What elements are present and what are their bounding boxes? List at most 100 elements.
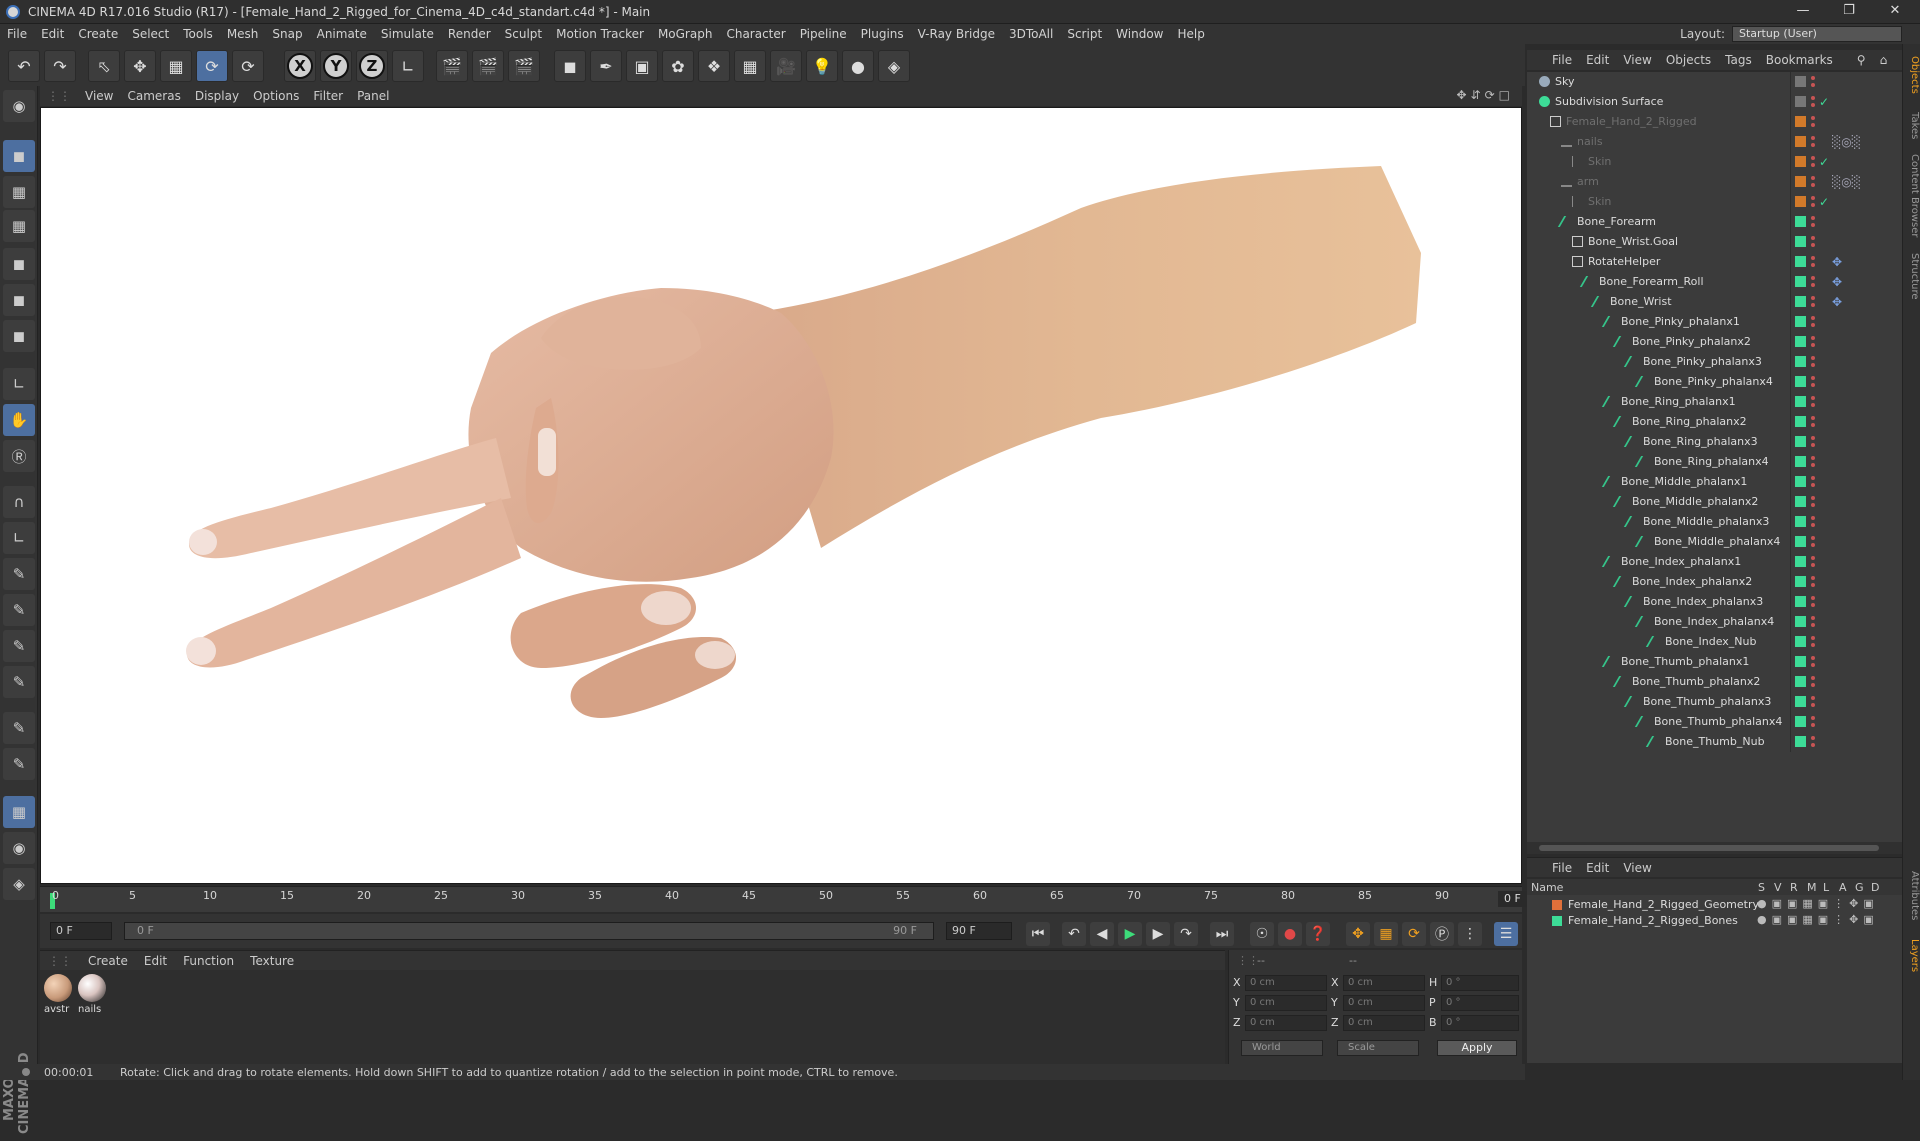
y-axis-lock-button[interactable]: Y [320,50,352,82]
layer-color-icon[interactable] [1795,676,1806,687]
objects-menu-file[interactable]: File [1545,53,1579,67]
object-row[interactable]: Bone_Wrist ✥ [1527,292,1902,312]
layer-color-icon[interactable] [1795,136,1806,147]
layer-color-icon[interactable] [1795,416,1806,427]
layers-menu-file[interactable]: File [1545,861,1579,875]
constraint-tag-icon[interactable]: ✥ [1832,255,1842,269]
magnet-icon[interactable]: ∩ [3,486,35,518]
object-row[interactable]: Bone_Pinky_phalanx1 [1527,312,1902,332]
object-row[interactable]: RotateHelper ✥ [1527,252,1902,272]
material-tags-icon[interactable]: ░◎░ [1832,135,1861,149]
layer-color-icon[interactable] [1795,576,1806,587]
play-forward-icon[interactable]: ▶ [1118,922,1142,946]
render-visibility-icon[interactable] [1811,103,1815,107]
layer-color-icon[interactable] [1795,376,1806,387]
layer-color-icon[interactable] [1795,456,1806,467]
close-icon[interactable]: ✕ [1872,0,1918,24]
editor-visibility-icon[interactable] [1811,636,1815,640]
editor-visibility-icon[interactable] [1811,216,1815,220]
layer-color-icon[interactable] [1795,216,1806,227]
scale-tool-icon[interactable]: ▦ [160,50,192,82]
objects-menu-view[interactable]: View [1616,53,1658,67]
editor-visibility-icon[interactable] [1811,96,1815,100]
vray-icon[interactable]: ● [842,50,874,82]
snapping-icon[interactable]: Ⓡ [3,440,35,472]
recent-tool-icon[interactable]: ⟳ [232,50,264,82]
layers-menu-view[interactable]: View [1616,861,1658,875]
x-axis-lock-button[interactable]: X [284,50,316,82]
render-visibility-icon[interactable] [1811,283,1815,287]
menu-motion-tracker[interactable]: Motion Tracker [549,27,651,41]
layer-color-icon[interactable] [1795,356,1806,367]
z-size-field[interactable]: 0 cm [1343,1015,1425,1031]
model-mode-icon[interactable]: ◼ [3,140,35,172]
menu-3dtoall[interactable]: 3DToAll [1002,27,1060,41]
material-menu-edit[interactable]: Edit [136,954,175,968]
z-axis-lock-button[interactable]: Z [356,50,388,82]
layer-color-icon[interactable] [1795,596,1806,607]
constraint-tag-icon[interactable]: ✥ [1832,275,1842,289]
material-menu-function[interactable]: Function [175,954,242,968]
layer-color-icon[interactable] [1795,196,1806,207]
viewport-menu-view[interactable]: View [78,89,120,103]
smooth-icon[interactable]: ✎ [3,666,35,698]
axis-mode-icon[interactable]: ∟ [3,368,35,400]
render-visibility-icon[interactable] [1811,183,1815,187]
camera-icon[interactable]: 🎥 [770,50,802,82]
menu-help[interactable]: Help [1170,27,1211,41]
texture-mode-icon[interactable]: ▦ [3,176,35,208]
render-visibility-icon[interactable] [1811,643,1815,647]
start-frame-field[interactable]: 0 F [50,922,112,940]
preview-range-slider[interactable]: 0 F 90 F [124,922,934,940]
editor-visibility-icon[interactable] [1811,516,1815,520]
b-rotation-field[interactable]: 0 ° [1441,1015,1519,1031]
tab-layers[interactable]: Layers [1904,934,1920,978]
rotate-tool-icon[interactable]: ⟳ [196,50,228,82]
grid-snap-icon[interactable]: ▦ [3,796,35,828]
menu-window[interactable]: Window [1109,27,1170,41]
editor-visibility-icon[interactable] [1811,476,1815,480]
editor-visibility-icon[interactable] [1811,176,1815,180]
edit-render-settings-icon[interactable]: 🎬 [508,50,540,82]
render-to-picture-viewer-icon[interactable]: 🎬 [472,50,504,82]
editor-visibility-icon[interactable] [1811,136,1815,140]
object-row[interactable]: Bone_Middle_phalanx4 [1527,532,1902,552]
x-position-field[interactable]: 0 cm [1245,975,1327,991]
autokeying-icon[interactable]: ● [1278,922,1302,946]
object-row[interactable]: Skin ✓ [1527,152,1902,172]
render-visibility-icon[interactable] [1811,123,1815,127]
deformer-icon[interactable]: ❖ [698,50,730,82]
layer-color-icon[interactable] [1795,256,1806,267]
tab-content-browser[interactable]: Content Browser [1904,150,1920,242]
editor-visibility-icon[interactable] [1811,156,1815,160]
layer-color-icon[interactable] [1795,336,1806,347]
render-visibility-icon[interactable] [1811,323,1815,327]
render-visibility-icon[interactable] [1811,143,1815,147]
render-visibility-icon[interactable] [1811,503,1815,507]
sculpt-icon[interactable]: ✎ [3,630,35,662]
editor-visibility-icon[interactable] [1811,376,1815,380]
menu-render[interactable]: Render [441,27,498,41]
editor-visibility-icon[interactable] [1811,436,1815,440]
live-selection-icon[interactable]: ⬁ [88,50,120,82]
material-tags-icon[interactable]: ░◎░ [1832,175,1861,189]
layer-row-geometry[interactable]: Female_Hand_2_Rigged_Geometry ●▣▣▦▣⋮✥▣ [1527,897,1902,913]
menu-script[interactable]: Script [1060,27,1109,41]
layer-color-icon[interactable] [1795,536,1806,547]
object-row[interactable]: Bone_Index_phalanx2 [1527,572,1902,592]
editor-visibility-icon[interactable] [1811,116,1815,120]
tweak-mode-icon[interactable]: ✋ [3,404,35,436]
p-rotation-field[interactable]: 0 ° [1441,995,1519,1011]
layer-color-icon[interactable] [1795,616,1806,627]
objects-menu-bookmarks[interactable]: Bookmarks [1759,53,1840,67]
render-visibility-icon[interactable] [1811,683,1815,687]
layer-color-icon[interactable] [1795,476,1806,487]
knife-icon[interactable]: ✎ [3,712,35,744]
next-key-icon[interactable]: ↷ [1174,922,1198,946]
h-rotation-field[interactable]: 0 ° [1441,975,1519,991]
editor-visibility-icon[interactable] [1811,236,1815,240]
previous-frame-icon[interactable]: ◀ [1090,922,1114,946]
layer-color-icon[interactable] [1795,636,1806,647]
layer-color-icon[interactable] [1795,716,1806,727]
material-avstr[interactable]: avstr [44,974,74,1015]
